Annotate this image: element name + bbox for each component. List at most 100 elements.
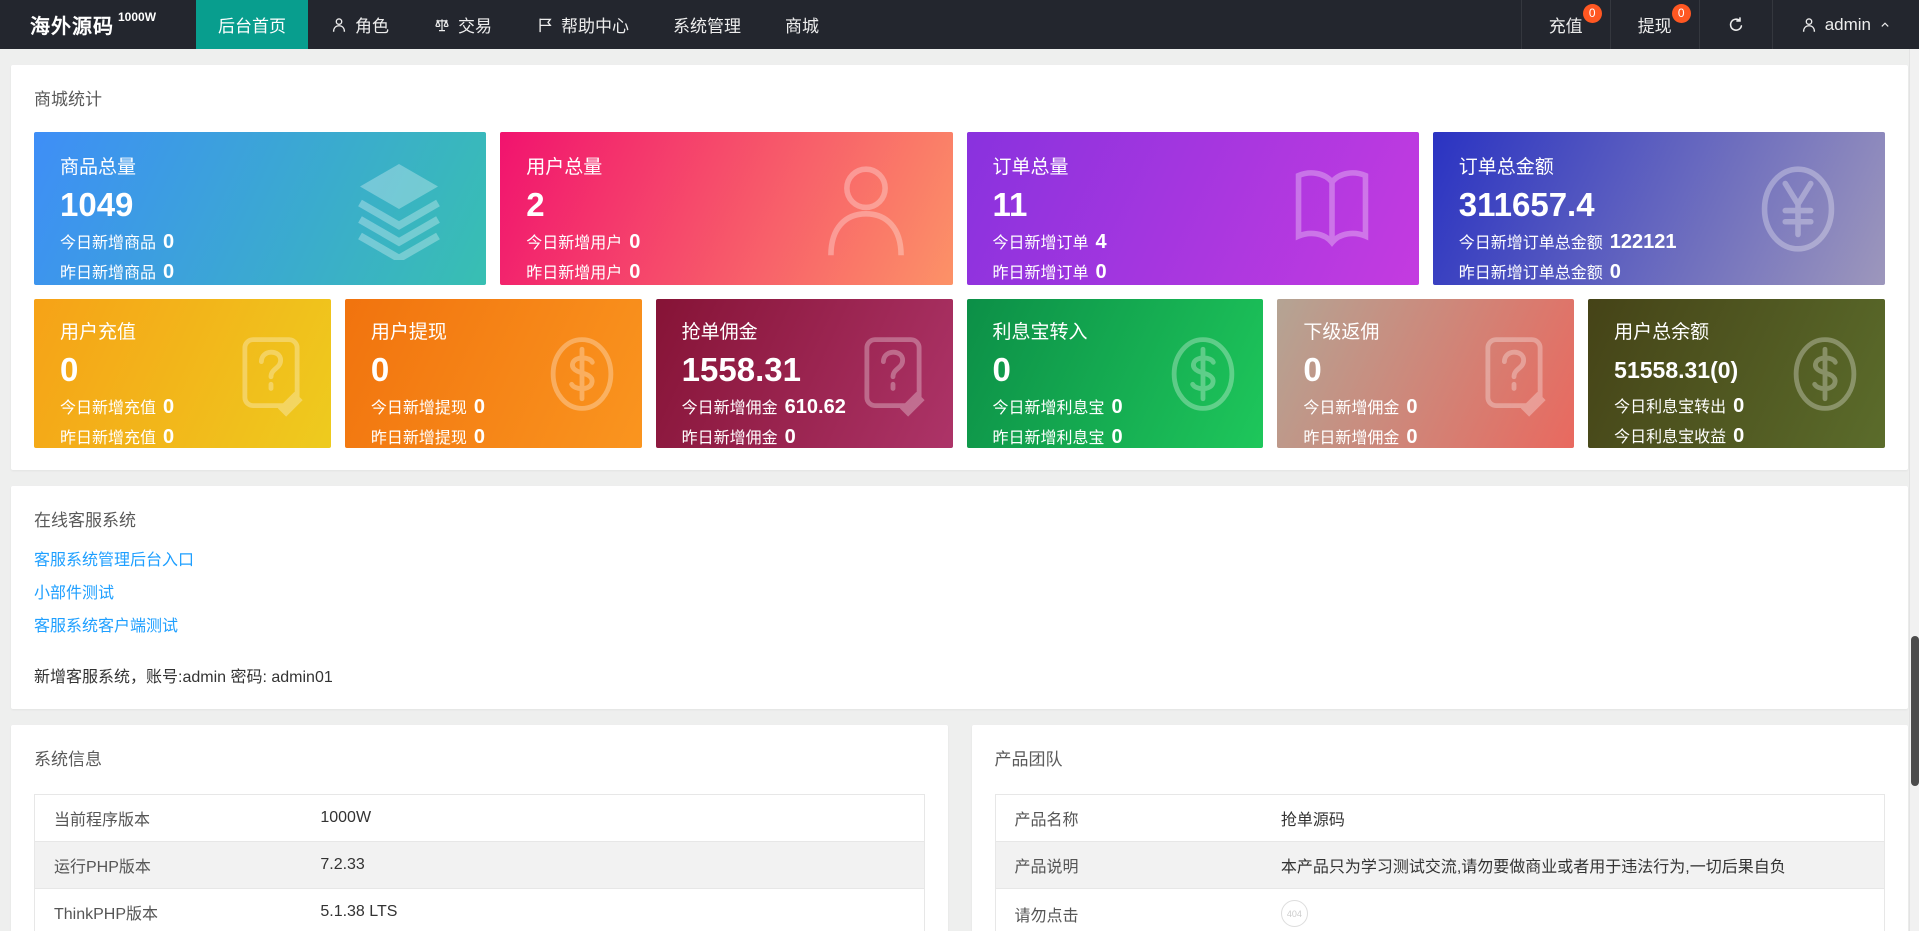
nav-item-6[interactable]: 商城 xyxy=(763,0,841,49)
card-line-yesterday: 今日利息宝收益 0 xyxy=(1614,425,1745,447)
question-doc-icon xyxy=(849,330,937,418)
system-info-label: 运行PHP版本 xyxy=(34,841,302,889)
book-icon xyxy=(1281,158,1383,260)
dollar-circle-icon xyxy=(1159,330,1247,418)
system-info-panel: 系统信息 当前程序版本 1000W 运行PHP版本 7.2.33 ThinkPHP版本 5… xyxy=(11,725,948,931)
nav-item-4[interactable]: 帮助中心 xyxy=(514,0,651,49)
stats-panel: 商城统计 商品总量 1049 今日新增商品 0 昨日新增商品 0 用户总量 2 今日新增用户 0 昨… xyxy=(11,65,1908,470)
service-link-1[interactable]: 客服系统管理后台入口 xyxy=(34,546,194,570)
service-note: 新增客服系统，账号:admin 密码: admin01 xyxy=(34,669,333,686)
product-team-row: 产品说明 本产品只为学习测试交流,请勿要做商业或者用于违法行为,一切后果自负 xyxy=(995,841,1885,889)
stat-card-small-3: 抢单佣金 1558.31 今日新增佣金 610.62 昨日新增佣金 0 xyxy=(655,299,953,448)
dollar-circle-icon xyxy=(538,330,626,418)
card-line-yesterday: 昨日新增充值 0 xyxy=(60,426,175,448)
username: admin xyxy=(1824,14,1871,34)
system-info-value: 1000W xyxy=(320,809,372,826)
card-line-yesterday: 昨日新增用户 0 xyxy=(526,261,641,283)
withdraw-button[interactable]: 提现 0 xyxy=(1609,0,1699,49)
card-line-yesterday: 昨日新增订单 0 xyxy=(992,261,1107,283)
flag-icon xyxy=(536,16,554,34)
product-team-panel: 产品团队 产品名称 抢单源码产品说明 本产品只为学习测试交流,请勿要做商业或者用于违… xyxy=(971,725,1908,931)
nav-item-5[interactable]: 系统管理 xyxy=(651,0,763,49)
notification-badge: 0 xyxy=(1582,4,1602,23)
product-team-row: 请勿点击 404 xyxy=(995,888,1885,931)
stat-card-small-5: 下级返佣 0 今日新增佣金 0 昨日新增佣金 0 xyxy=(1277,299,1575,448)
main-content: 商城统计 商品总量 1049 今日新增商品 0 昨日新增商品 0 用户总量 2 今日新增用户 0 昨… xyxy=(0,49,1919,931)
service-section-title: 在线客服系统 xyxy=(34,511,136,530)
scales-icon xyxy=(433,16,451,34)
nav-menu: 后台首页 角色 交易 帮助中心 系统管理 商城 xyxy=(196,0,841,49)
nav-item-3[interactable]: 交易 xyxy=(411,0,514,49)
product-team-row: 产品名称 抢单源码 xyxy=(995,794,1885,842)
yen-circle-icon xyxy=(1747,158,1849,260)
nav-item-label: 系统管理 xyxy=(673,17,741,36)
stat-card-small-1: 用户充值 0 今日新增充值 0 昨日新增充值 0 xyxy=(34,299,331,448)
stat-card-small-2: 用户提现 0 今日新增提现 0 昨日新增提现 0 xyxy=(344,299,642,448)
nav-item-1[interactable]: 后台首页 xyxy=(196,0,308,49)
stat-card-big-2: 用户总量 2 今日新增用户 0 昨日新增用户 0 xyxy=(500,132,953,285)
stat-cards-row-1: 商品总量 1049 今日新增商品 0 昨日新增商品 0 用户总量 2 今日新增用户 0 昨日新增用户… xyxy=(34,132,1885,285)
top-navbar: 海外源码 1000W 后台首页 角色 交易 帮助中心 系统管理 商城 充值 0 提现 0 admi… xyxy=(0,0,1919,49)
card-line-yesterday: 昨日新增商品 0 xyxy=(60,261,175,283)
scrollbar-thumb[interactable] xyxy=(1911,636,1919,786)
nav-item-2[interactable]: 角色 xyxy=(308,0,411,49)
system-info-title: 系统信息 xyxy=(34,750,102,769)
nav-item-label: 商城 xyxy=(785,17,819,36)
stat-card-big-4: 订单总金额 311657.4 今日新增订单总金额 122121 昨日新增订单总金额 0 xyxy=(1432,132,1885,285)
nav-right: 充值 0 提现 0 admin xyxy=(1520,0,1919,49)
recharge-button[interactable]: 充值 0 xyxy=(1520,0,1610,49)
stats-section-title: 商城统计 xyxy=(34,90,102,109)
stat-card-small-4: 利息宝转入 0 今日新增利息宝 0 昨日新增利息宝 0 xyxy=(966,299,1264,448)
system-info-row: 当前程序版本 1000W xyxy=(34,794,924,842)
product-team-value: 抢单源码 xyxy=(1280,812,1345,829)
user-menu[interactable]: admin xyxy=(1771,0,1919,49)
person-icon xyxy=(330,16,348,34)
page-scrollbar xyxy=(1909,49,1919,931)
stat-card-big-1: 商品总量 1049 今日新增商品 0 昨日新增商品 0 xyxy=(34,132,487,285)
stat-cards-row-2: 用户充值 0 今日新增充值 0 昨日新增充值 0 用户提现 0 今日新增提现 0 昨日新增提现 0 抢单… xyxy=(34,299,1885,448)
system-info-table: 当前程序版本 1000W 运行PHP版本 7.2.33 ThinkPHP版本 5.1.38… xyxy=(34,794,925,931)
product-team-title: 产品团队 xyxy=(994,750,1063,769)
service-link-2[interactable]: 小部件测试 xyxy=(34,579,114,603)
nav-item-label: 帮助中心 xyxy=(561,17,629,36)
nav-right-label: 充值 xyxy=(1548,17,1583,36)
product-team-table: 产品名称 抢单源码产品说明 本产品只为学习测试交流,请勿要做商业或者用于违法行为,一… xyxy=(994,794,1885,931)
card-line-yesterday: 昨日新增订单总金额 0 xyxy=(1458,261,1621,283)
app-title: 海外源码 xyxy=(30,16,114,38)
system-info-row: ThinkPHP版本 5.1.38 LTS xyxy=(34,888,924,931)
refresh-button[interactable] xyxy=(1698,0,1772,49)
nav-right-label: 提现 xyxy=(1637,17,1672,36)
service-panel: 在线客服系统 客服系统管理后台入口 小部件测试客服系统客户端测试 新增客服系统，账… xyxy=(11,486,1908,709)
system-info-row: 运行PHP版本 7.2.33 xyxy=(34,841,924,889)
chevron-up-icon xyxy=(1878,18,1892,32)
nav-item-label: 后台首页 xyxy=(218,17,286,36)
app-version: 1000W xyxy=(118,9,157,24)
bottom-panels: 系统信息 当前程序版本 1000W 运行PHP版本 7.2.33 ThinkPHP版本 5… xyxy=(11,725,1908,931)
product-team-label: 请勿点击 xyxy=(995,888,1262,931)
system-info-label: ThinkPHP版本 xyxy=(34,888,302,931)
system-info-label: 当前程序版本 xyxy=(34,794,302,842)
notification-badge: 0 xyxy=(1671,4,1691,23)
app-logo: 海外源码 1000W xyxy=(0,0,196,49)
badge-404-icon[interactable]: 404 xyxy=(1280,900,1308,927)
dollar-circle-icon xyxy=(1781,330,1869,418)
card-line-yesterday: 昨日新增提现 0 xyxy=(370,426,485,448)
refresh-icon xyxy=(1727,16,1745,34)
system-info-value: 7.2.33 xyxy=(320,856,365,873)
question-doc-icon xyxy=(1470,330,1558,418)
product-team-value: 本产品只为学习测试交流,请勿要做商业或者用于违法行为,一切后果自负 xyxy=(1280,859,1786,876)
system-info-value: 5.1.38 LTS xyxy=(320,903,398,920)
card-line-yesterday: 昨日新增利息宝 0 xyxy=(992,426,1123,448)
user-icon xyxy=(815,158,917,260)
person-icon xyxy=(1800,16,1818,34)
nav-item-label: 交易 xyxy=(458,17,492,36)
question-doc-icon xyxy=(227,330,315,418)
service-links: 客服系统管理后台入口 小部件测试客服系统客户端测试 xyxy=(34,546,1885,636)
service-link-3[interactable]: 客服系统客户端测试 xyxy=(34,612,178,636)
card-line-yesterday: 昨日新增佣金 0 xyxy=(681,426,796,448)
stat-card-small-6: 用户总余额 51558.31(0) 今日利息宝转出 0 今日利息宝收益 0 xyxy=(1588,299,1885,448)
product-team-label: 产品名称 xyxy=(995,794,1262,842)
card-line-yesterday: 昨日新增佣金 0 xyxy=(1303,426,1418,448)
layers-icon xyxy=(348,158,450,260)
stat-card-big-3: 订单总量 11 今日新增订单 4 昨日新增订单 0 xyxy=(966,132,1419,285)
